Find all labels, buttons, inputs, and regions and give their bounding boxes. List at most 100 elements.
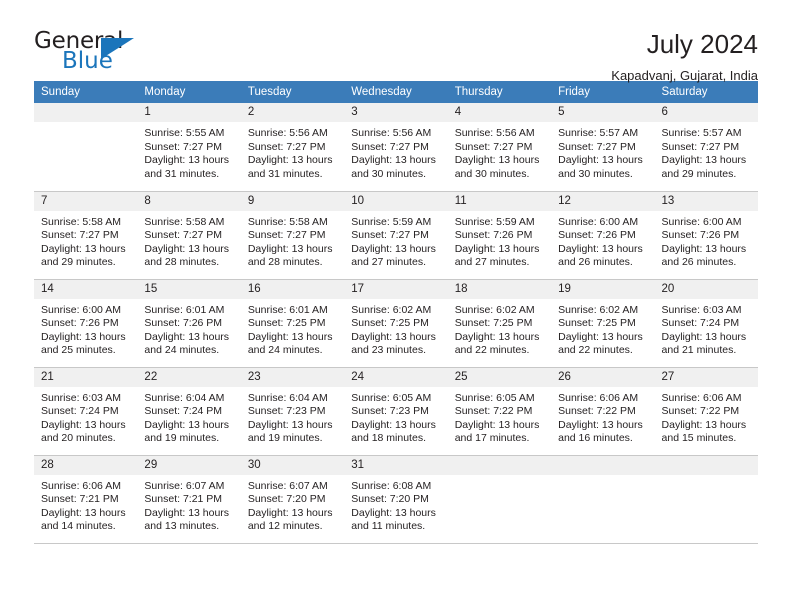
- calendar-week-row: 28 Sunrise: 6:06 AM Sunset: 7:21 PM Dayligh…: [34, 455, 758, 544]
- day-cell[interactable]: 11 Sunrise: 5:59 AM Sunset: 7:26 PM Dayligh…: [447, 191, 552, 280]
- daylight-text-line2: and 22 minutes.: [454, 344, 530, 357]
- sunrise-text: Sunrise: 6:01 AM: [144, 303, 225, 316]
- day-number: 6: [654, 103, 758, 122]
- sunset-text: Sunset: 7:24 PM: [41, 405, 119, 418]
- day-cell[interactable]: 5 Sunrise: 5:57 AM Sunset: 7:27 PM Daylight…: [551, 103, 655, 192]
- daylight-text-line1: Daylight: 13 hours: [454, 242, 540, 255]
- day-cell[interactable]: 3 Sunrise: 5:56 AM Sunset: 7:27 PM Daylight…: [344, 103, 448, 192]
- daylight-text-line2: and 26 minutes.: [661, 256, 737, 269]
- sunrise-text: Sunrise: 5:58 AM: [247, 215, 328, 228]
- weekday-header-sunday: Sunday: [34, 81, 138, 103]
- day-cell-empty: [654, 455, 758, 544]
- sunrise-text: Sunrise: 5:56 AM: [247, 127, 328, 139]
- weekday-header-thursday: Thursday: [447, 81, 552, 103]
- day-cell-empty: [447, 455, 552, 544]
- day-cell[interactable]: 1 Sunrise: 5:55 AM Sunset: 7:27 PM Daylight…: [137, 103, 241, 192]
- calendar-week-row: 21 Sunrise: 6:03 AM Sunset: 7:24 PM Dayligh…: [34, 367, 758, 456]
- daylight-text-line2: and 24 minutes.: [144, 344, 220, 357]
- day-cell[interactable]: 12 Sunrise: 6:00 AM Sunset: 7:26 PM Dayligh…: [551, 191, 655, 280]
- daylight-text-line2: and 31 minutes.: [247, 167, 323, 180]
- sunset-text: Sunset: 7:25 PM: [351, 317, 429, 330]
- day-details: Sunrise: 6:00 AM Sunset: 7:26 PM Daylight:…: [655, 211, 758, 270]
- sunrise-text: Sunrise: 6:01 AM: [247, 303, 328, 316]
- calendar-grid: Sunday Monday Tuesday Wednesday Thursday Frid…: [34, 81, 758, 544]
- day-cell[interactable]: 30 Sunrise: 6:07 AM Sunset: 7:20 PM Dayligh…: [240, 455, 345, 544]
- day-number: 24: [344, 367, 448, 387]
- daylight-text-line1: Daylight: 13 hours: [351, 330, 436, 343]
- day-cell[interactable]: 29 Sunrise: 6:07 AM Sunset: 7:21 PM Dayligh…: [137, 455, 241, 544]
- day-details: Sunrise: 5:59 AM Sunset: 7:27 PM Daylight:…: [344, 211, 447, 270]
- day-cell[interactable]: 16 Sunrise: 6:01 AM Sunset: 7:25 PM Dayligh…: [240, 279, 345, 368]
- daylight-text-line2: and 17 minutes.: [454, 432, 530, 445]
- daylight-text-line1: Daylight: 13 hours: [661, 330, 747, 343]
- day-cell[interactable]: 13 Sunrise: 6:00 AM Sunset: 7:26 PM Dayligh…: [654, 191, 758, 280]
- daylight-text-line1: Daylight: 13 hours: [41, 330, 126, 343]
- day-cell[interactable]: 15 Sunrise: 6:01 AM Sunset: 7:26 PM Dayligh…: [137, 279, 241, 368]
- day-cell[interactable]: 28 Sunrise: 6:06 AM Sunset: 7:21 PM Dayligh…: [34, 455, 138, 544]
- day-cell[interactable]: 9 Sunrise: 5:58 AM Sunset: 7:27 PM Daylight…: [240, 191, 345, 280]
- day-cell[interactable]: 26 Sunrise: 6:06 AM Sunset: 7:22 PM Dayligh…: [551, 367, 655, 456]
- title-block: July 2024 Kapadvanj, Gujarat, India: [611, 30, 758, 83]
- daylight-text-line2: and 29 minutes.: [41, 256, 116, 269]
- sunrise-text: Sunrise: 6:05 AM: [454, 391, 535, 404]
- day-cell[interactable]: 2 Sunrise: 5:56 AM Sunset: 7:27 PM Daylight…: [240, 103, 345, 192]
- day-cell[interactable]: 27 Sunrise: 6:06 AM Sunset: 7:22 PM Dayligh…: [654, 367, 758, 456]
- day-number: 20: [654, 279, 758, 299]
- day-cell[interactable]: 20 Sunrise: 6:03 AM Sunset: 7:24 PM Dayligh…: [654, 279, 758, 368]
- day-cell[interactable]: 8 Sunrise: 5:58 AM Sunset: 7:27 PM Daylight…: [137, 191, 241, 280]
- day-details: Sunrise: 6:06 AM Sunset: 7:22 PM Daylight:…: [655, 387, 758, 446]
- sunset-text: Sunset: 7:27 PM: [454, 140, 533, 153]
- sunrise-text: Sunrise: 5:55 AM: [144, 127, 225, 139]
- daylight-text-line1: Daylight: 13 hours: [247, 506, 333, 519]
- general-blue-logo[interactable]: General Blue: [34, 30, 154, 78]
- day-cell[interactable]: 10 Sunrise: 5:59 AM Sunset: 7:27 PM Dayligh…: [344, 191, 448, 280]
- blue-triangle-icon: [101, 38, 134, 59]
- day-details: Sunrise: 6:01 AM Sunset: 7:25 PM Daylight:…: [241, 299, 344, 358]
- daylight-text-line1: Daylight: 13 hours: [144, 154, 230, 167]
- daylight-text-line2: and 29 minutes.: [661, 167, 737, 180]
- daylight-text-line2: and 11 minutes.: [351, 520, 426, 533]
- daylight-text-line2: and 20 minutes.: [41, 432, 116, 445]
- sunset-text: Sunset: 7:27 PM: [144, 140, 223, 153]
- day-cell[interactable]: 31 Sunrise: 6:08 AM Sunset: 7:20 PM Dayligh…: [344, 455, 448, 544]
- sunset-text: Sunset: 7:23 PM: [247, 405, 326, 418]
- daylight-text-line1: Daylight: 13 hours: [41, 418, 126, 431]
- sunset-text: Sunset: 7:26 PM: [661, 229, 740, 242]
- day-cell[interactable]: 21 Sunrise: 6:03 AM Sunset: 7:24 PM Dayligh…: [34, 367, 138, 456]
- day-cell[interactable]: 18 Sunrise: 6:02 AM Sunset: 7:25 PM Dayligh…: [447, 279, 552, 368]
- day-cell[interactable]: 19 Sunrise: 6:02 AM Sunset: 7:25 PM Dayligh…: [551, 279, 655, 368]
- daylight-text-line2: and 22 minutes.: [558, 344, 633, 357]
- day-cell[interactable]: 6 Sunrise: 5:57 AM Sunset: 7:27 PM Daylight…: [654, 103, 758, 192]
- day-cell[interactable]: 7 Sunrise: 5:58 AM Sunset: 7:27 PM Daylight…: [34, 191, 138, 280]
- day-cell[interactable]: 24 Sunrise: 6:05 AM Sunset: 7:23 PM Dayligh…: [344, 367, 448, 456]
- day-cell[interactable]: 4 Sunrise: 5:56 AM Sunset: 7:27 PM Daylight…: [447, 103, 552, 192]
- sunrise-text: Sunrise: 6:04 AM: [247, 391, 328, 404]
- daylight-text-line1: Daylight: 13 hours: [558, 154, 643, 167]
- daylight-text-line1: Daylight: 13 hours: [247, 154, 333, 167]
- day-cell[interactable]: 14 Sunrise: 6:00 AM Sunset: 7:26 PM Dayligh…: [34, 279, 138, 368]
- daylight-text-line2: and 31 minutes.: [144, 167, 220, 180]
- day-number: 3: [344, 103, 448, 122]
- sunset-text: Sunset: 7:22 PM: [558, 405, 636, 418]
- sunset-text: Sunset: 7:27 PM: [661, 140, 740, 153]
- day-cell[interactable]: 17 Sunrise: 6:02 AM Sunset: 7:25 PM Dayligh…: [344, 279, 448, 368]
- day-number: 21: [34, 367, 138, 387]
- day-details: Sunrise: 6:02 AM Sunset: 7:25 PM Daylight:…: [344, 299, 447, 358]
- sunrise-text: Sunrise: 6:00 AM: [558, 215, 639, 228]
- sunrise-text: Sunrise: 5:57 AM: [558, 127, 639, 139]
- sunrise-text: Sunrise: 5:59 AM: [351, 215, 432, 228]
- daylight-text-line1: Daylight: 13 hours: [247, 242, 333, 255]
- sunset-text: Sunset: 7:27 PM: [41, 229, 119, 242]
- day-cell[interactable]: 22 Sunrise: 6:04 AM Sunset: 7:24 PM Dayligh…: [137, 367, 241, 456]
- daylight-text-line2: and 21 minutes.: [661, 344, 737, 357]
- day-details: Sunrise: 5:56 AM Sunset: 7:27 PM Daylight:…: [448, 122, 551, 181]
- day-cell[interactable]: 25 Sunrise: 6:05 AM Sunset: 7:22 PM Dayligh…: [447, 367, 552, 456]
- day-details: Sunrise: 6:08 AM Sunset: 7:20 PM Daylight:…: [344, 475, 447, 534]
- daylight-text-line1: Daylight: 13 hours: [661, 154, 747, 167]
- sunset-text: Sunset: 7:26 PM: [558, 229, 636, 242]
- sunset-text: Sunset: 7:26 PM: [454, 229, 533, 242]
- daylight-text-line1: Daylight: 13 hours: [144, 330, 230, 343]
- daylight-text-line1: Daylight: 13 hours: [41, 506, 126, 519]
- day-details: Sunrise: 5:55 AM Sunset: 7:27 PM Daylight:…: [137, 122, 240, 181]
- day-cell[interactable]: 23 Sunrise: 6:04 AM Sunset: 7:23 PM Dayligh…: [240, 367, 345, 456]
